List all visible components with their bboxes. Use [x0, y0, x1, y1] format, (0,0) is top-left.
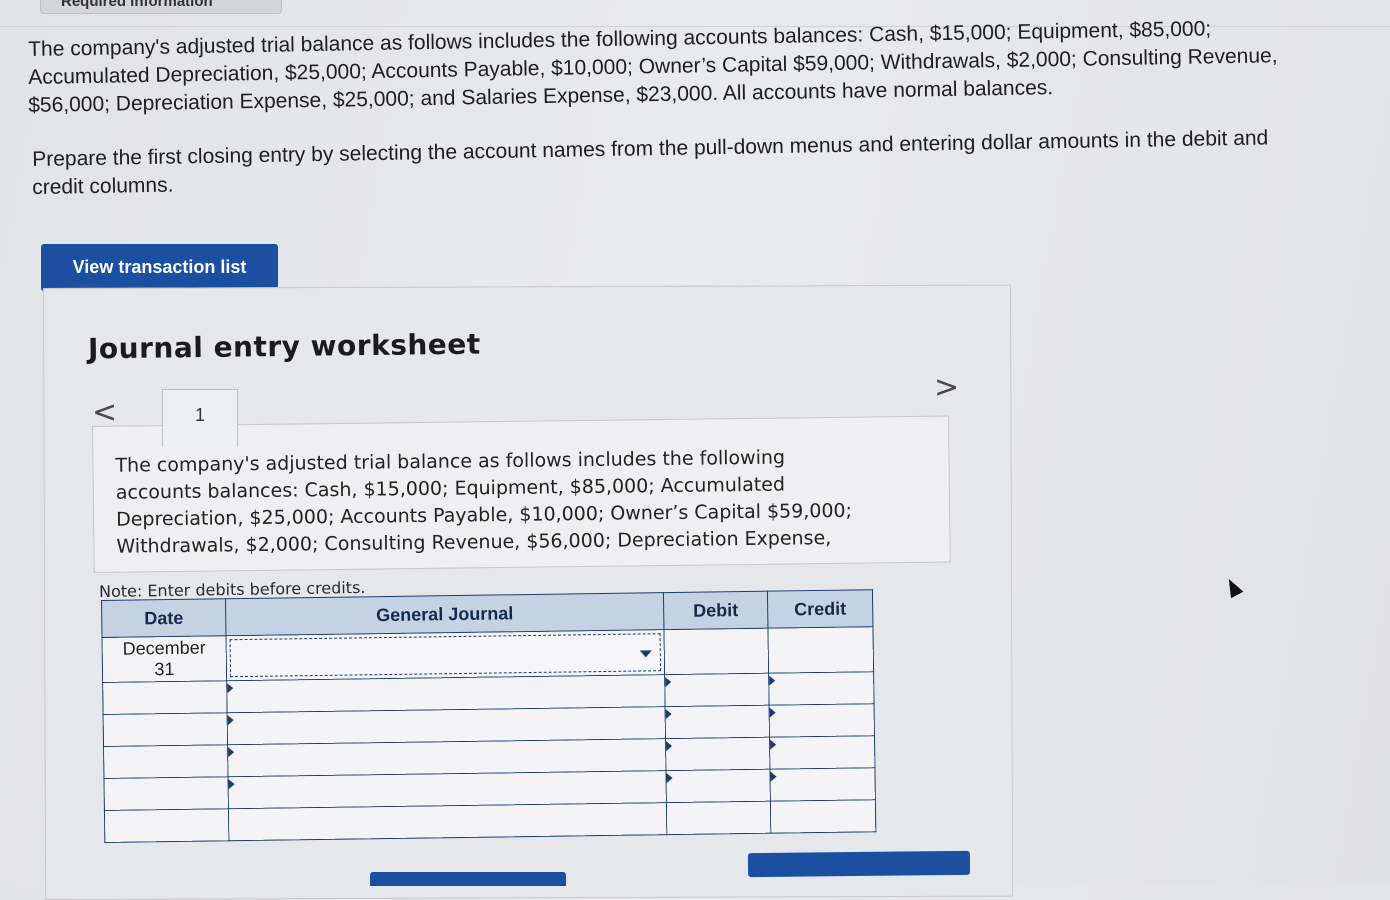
date-cell	[103, 712, 228, 747]
row-indicator-icon	[769, 675, 776, 686]
chevron-down-icon	[639, 650, 652, 658]
credit-input[interactable]	[769, 735, 875, 770]
debit-input[interactable]	[664, 673, 770, 707]
general-journal-table: Date General Journal Debit Credit Decemb…	[101, 589, 876, 870]
credit-input[interactable]	[769, 767, 876, 802]
worksheet-title: Journal entry worksheet	[87, 327, 481, 366]
account-dropdown[interactable]	[229, 633, 662, 678]
debit-input[interactable]	[665, 737, 770, 771]
credit-input[interactable]	[769, 703, 875, 738]
date-cell	[104, 808, 229, 843]
account-select-cell[interactable]	[228, 802, 667, 841]
instruction-line-1: Prepare the first closing entry by selec…	[32, 126, 1269, 171]
row-indicator-icon	[227, 683, 234, 694]
entry-date-day: 31	[154, 658, 175, 680]
row-indicator-icon	[227, 715, 234, 726]
debit-column-header: Debit	[663, 591, 768, 630]
mouse-cursor-icon	[1222, 575, 1244, 599]
account-select-cell[interactable]	[226, 629, 665, 681]
prev-entry-arrow-icon[interactable]: <	[92, 398, 117, 428]
row-indicator-icon	[666, 741, 673, 752]
credit-input[interactable]	[767, 626, 874, 674]
credit-input[interactable]	[770, 799, 876, 834]
row-indicator-icon	[770, 739, 777, 750]
row-indicator-icon	[769, 707, 776, 718]
row-indicator-icon	[666, 773, 673, 784]
date-cell	[103, 744, 228, 779]
row-indicator-icon	[665, 677, 672, 688]
debit-input[interactable]	[666, 801, 771, 835]
credit-input[interactable]	[768, 671, 875, 706]
date-column-header: Date	[101, 598, 227, 638]
row-indicator-icon	[665, 709, 672, 720]
row-indicator-icon	[228, 779, 235, 790]
entry-date-month: December	[122, 637, 206, 659]
view-transaction-list-button[interactable]: View transaction list	[41, 244, 278, 291]
general-journal-column-header: General Journal	[225, 592, 664, 636]
required-information-tab[interactable]: Required information	[40, 0, 282, 14]
debit-input[interactable]	[665, 769, 771, 803]
required-information-label: Required information	[61, 0, 213, 10]
instruction-line-2: credit columns.	[32, 173, 174, 199]
entry-tab-1[interactable]: 1	[162, 389, 238, 447]
date-cell	[103, 776, 229, 811]
entry-date-cell: December 31	[102, 635, 227, 683]
date-cell	[102, 680, 228, 715]
credit-column-header: Credit	[767, 589, 873, 629]
record-entry-button[interactable]	[370, 872, 566, 886]
view-general-journal-button[interactable]	[747, 850, 971, 878]
debit-input[interactable]	[665, 705, 770, 739]
debit-input[interactable]	[663, 628, 769, 675]
next-entry-arrow-icon[interactable]: >	[934, 373, 959, 403]
row-indicator-icon	[770, 771, 777, 782]
row-indicator-icon	[228, 747, 235, 758]
